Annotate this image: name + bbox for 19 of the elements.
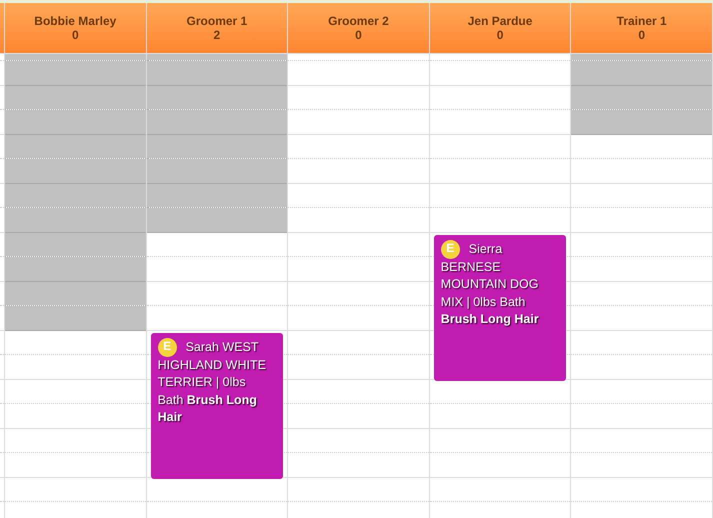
appointment-count: 0 [72, 28, 79, 42]
appointment-count: 0 [638, 28, 646, 42]
appointment-text: E Sarah WEST HIGHLAND WHITE TERRIER | 0lbs Bath Brush Long Hair [158, 338, 267, 426]
appointment-card[interactable]: E Sierra BERNESE MOUNTAIN DOG MIX | 0lbs Bath Brush Long Hair [434, 234, 566, 380]
column-header[interactable]: Groomer 1 2 [146, 3, 288, 54]
staff-name: Trainer 1 [616, 14, 667, 28]
column-header[interactable]: Trainer 1 0 [571, 3, 712, 54]
staff-name: Groomer 2 [328, 14, 389, 28]
staff-name: Bobbie Marley [34, 14, 116, 28]
appointment-text: E Sierra BERNESE MOUNTAIN DOG MIX | 0lbs Bath Brush Long Hair [440, 240, 540, 328]
staff-name: Jen Pardue [468, 14, 532, 28]
column-header[interactable]: Bobbie Marley 0 [5, 3, 146, 54]
appointment-count: 0 [355, 28, 362, 42]
appointment-count: 0 [496, 28, 504, 42]
appointment-count: 2 [214, 28, 220, 42]
appointment-card[interactable]: E Sarah WEST HIGHLAND WHITE TERRIER | 0lbs Bath Brush Long Hair [150, 332, 284, 478]
column-header[interactable]: Groomer 2 0 [288, 3, 429, 54]
column-header[interactable]: Jen Pardue 0 [430, 3, 570, 54]
staff-name: Groomer 1 [186, 14, 248, 28]
